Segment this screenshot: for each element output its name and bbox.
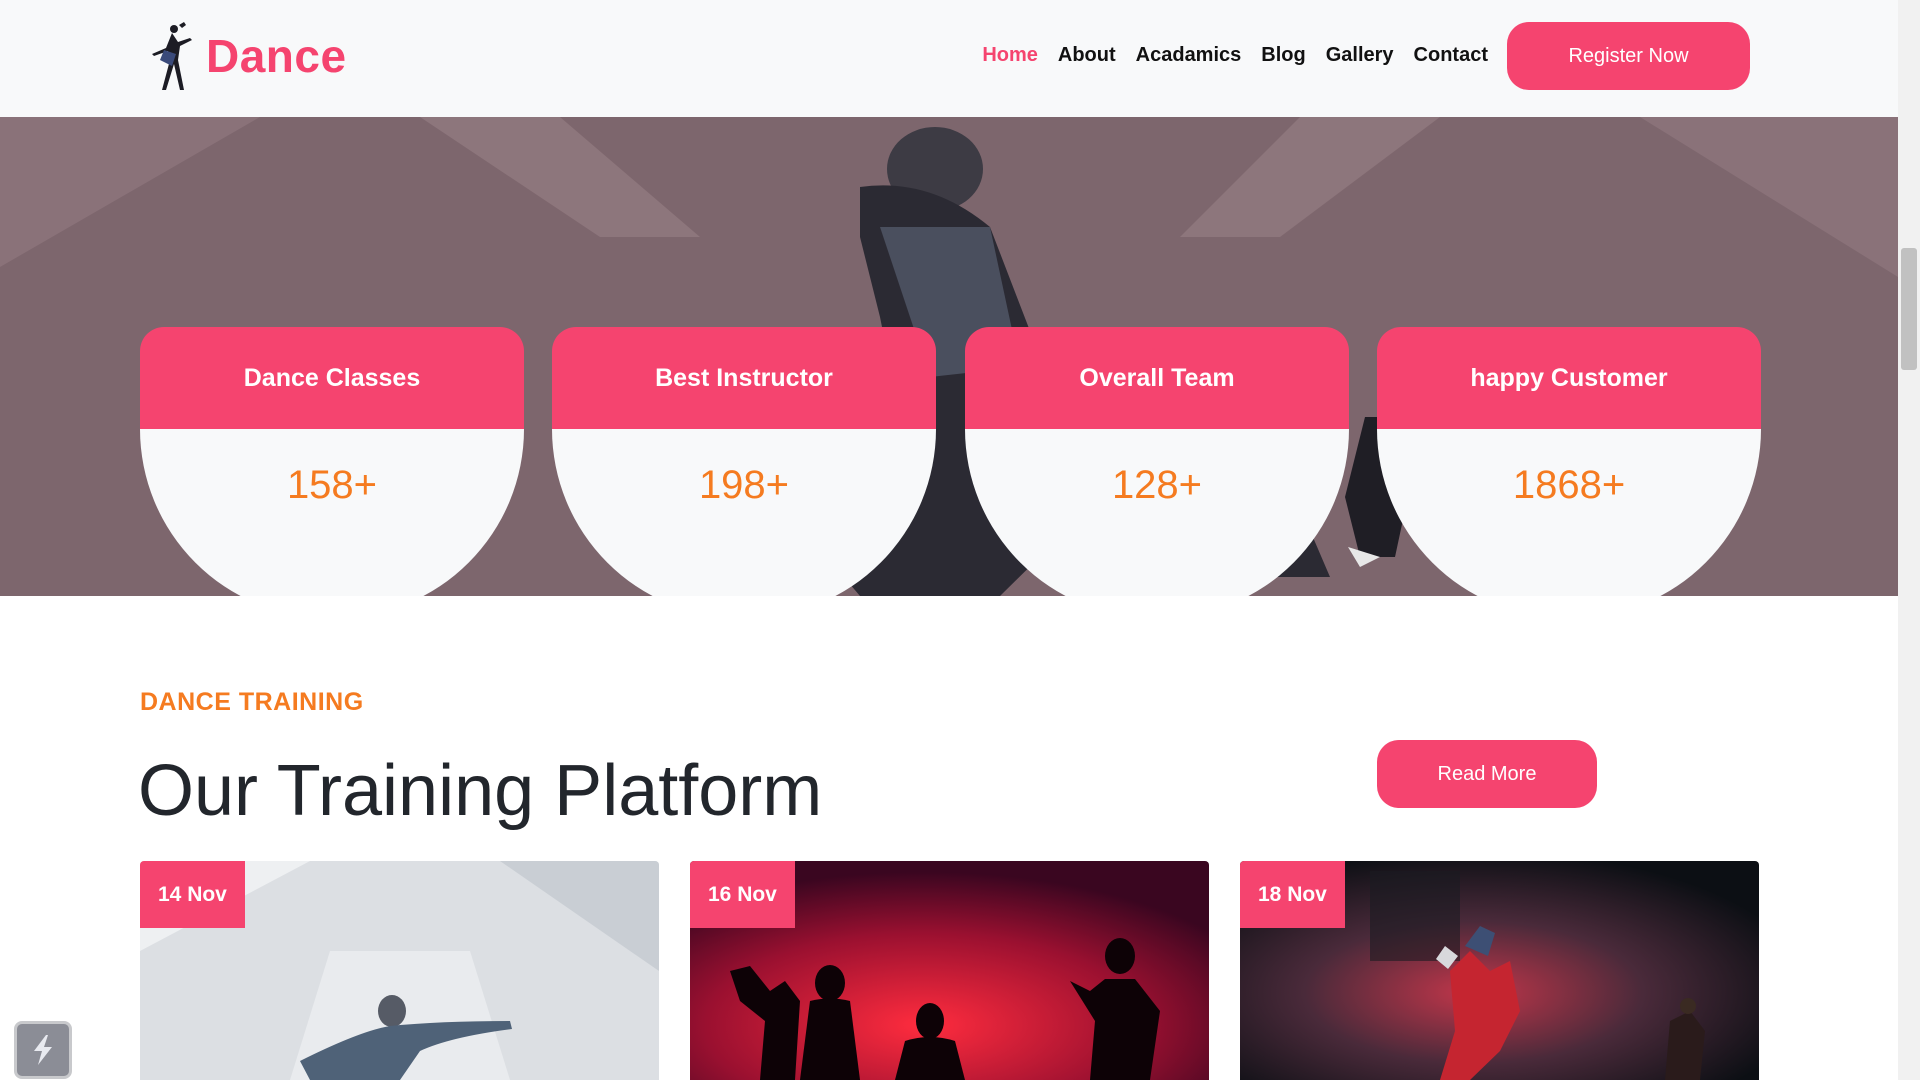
main-nav: Home About Acadamics Blog Gallery Contac… [982,44,1488,67]
nav-item-contact[interactable]: Contact [1414,44,1488,67]
lightning-icon [34,1035,52,1065]
section-title: Our Training Platform [138,751,823,831]
nav-item-home[interactable]: Home [982,44,1038,67]
section-eyebrow: DANCE TRAINING [140,688,364,716]
stat-value: 128+ [1111,463,1203,507]
page: Dance Home About Acadamics Blog Gallery … [0,0,1920,1080]
stat-label: Best Instructor [655,363,833,392]
register-now-button[interactable]: Register Now [1507,22,1750,90]
floating-action-button[interactable] [14,1021,72,1079]
vertical-scrollbar[interactable] [1898,0,1920,1080]
stat-card-best-instructor: Best Instructor 198+ [552,327,936,596]
hero-stats-section: Dance Classes 158+ Best Instructor 198+ … [0,117,1898,596]
training-card[interactable]: 16 Nov [690,861,1209,1080]
stat-label: Overall Team [1079,363,1235,392]
nav-item-acadamics[interactable]: Acadamics [1136,44,1242,67]
brand-name: Dance [206,30,347,82]
stat-value: 198+ [698,463,790,507]
logo[interactable]: Dance [146,20,347,92]
dancing-couple-icon [152,22,192,90]
stat-card-dance-classes: Dance Classes 158+ [140,327,524,596]
stat-value: 1868+ [1512,463,1626,507]
nav-item-blog[interactable]: Blog [1261,44,1305,67]
scrollbar-thumb[interactable] [1901,248,1917,370]
stat-card-happy-customer: happy Customer 1868+ [1377,327,1761,596]
training-card[interactable]: 14 Nov [140,861,659,1080]
card-date-badge: 18 Nov [1240,861,1345,928]
stat-value: 158+ [286,463,378,507]
stat-label: Dance Classes [243,363,421,392]
training-card[interactable]: 18 Nov [1240,861,1759,1080]
card-date-badge: 14 Nov [140,861,245,928]
stat-label: happy Customer [1470,363,1668,392]
card-date-badge: 16 Nov [690,861,795,928]
nav-item-about[interactable]: About [1058,44,1116,67]
nav-item-gallery[interactable]: Gallery [1326,44,1394,67]
navbar: Dance Home About Acadamics Blog Gallery … [0,0,1898,117]
stat-card-overall-team: Overall Team 128+ [965,327,1349,596]
read-more-button[interactable]: Read More [1377,740,1597,808]
